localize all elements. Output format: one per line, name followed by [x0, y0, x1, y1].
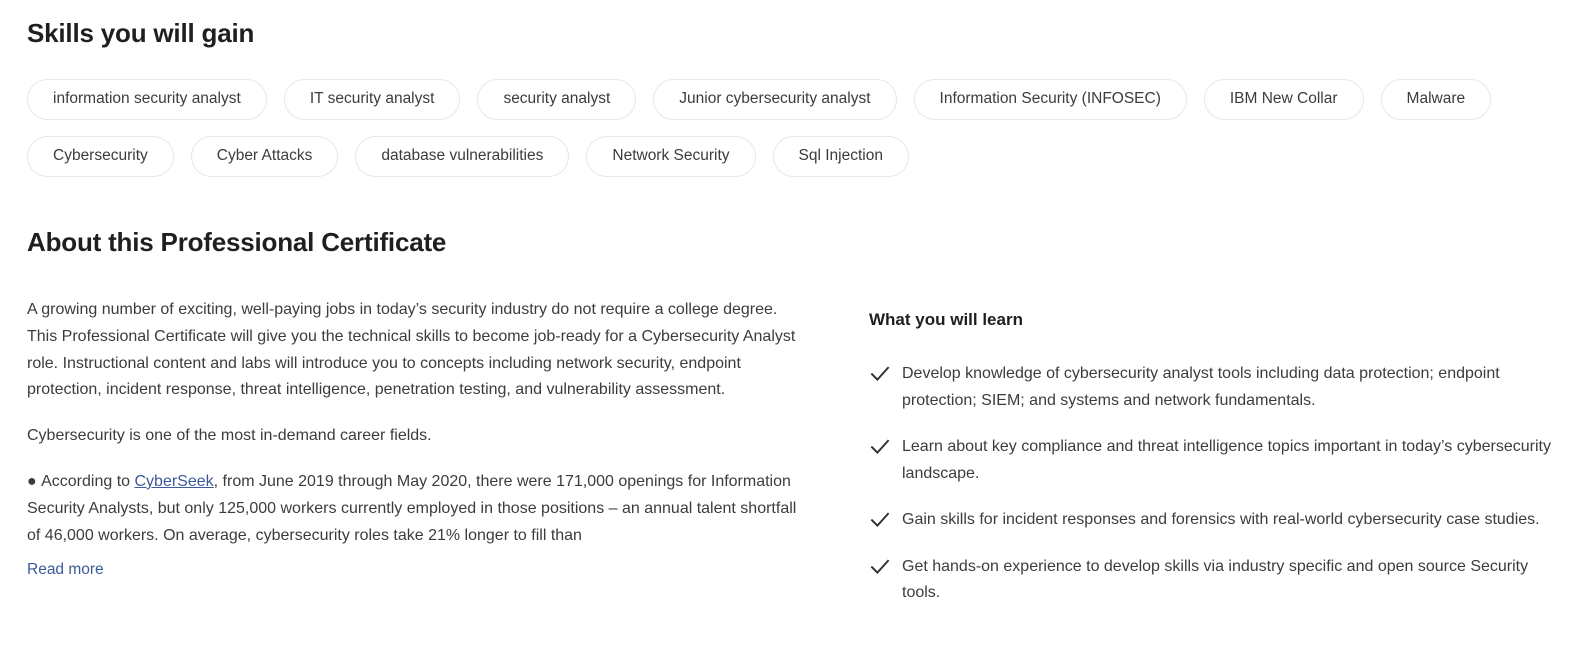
learn-item-text: Get hands-on experience to develop skill… [902, 557, 1529, 602]
about-paragraph-2: Cybersecurity is one of the most in-dema… [27, 427, 432, 445]
about-description-column: A growing number of exciting, well-payin… [27, 297, 807, 607]
skill-tag[interactable]: security analyst [477, 79, 637, 120]
course-detail-page: Skills you will gain information securit… [0, 0, 1582, 649]
about-bullet-paragraph: ● According to CyberSeek, from June 2019… [27, 469, 799, 549]
about-heading: About this Professional Certificate [27, 227, 447, 257]
about-paragraph-1: A growing number of exciting, well-payin… [27, 301, 796, 399]
skill-tag[interactable]: database vulnerabilities [355, 136, 570, 177]
list-item: Learn about key compliance and threat in… [869, 434, 1555, 487]
skill-tag[interactable]: IBM New Collar [1203, 79, 1364, 120]
list-item: Get hands-on experience to develop skill… [869, 554, 1555, 607]
skill-tag[interactable]: Cyber Attacks [190, 136, 339, 177]
bullet-marker-icon: ● [27, 472, 42, 490]
skill-tag[interactable]: Network Security [586, 136, 756, 177]
learn-list: Develop knowledge of cybersecurity analy… [869, 361, 1555, 607]
skill-tag[interactable]: Junior cybersecurity analyst [653, 79, 897, 120]
description-clip: A growing number of exciting, well-payin… [27, 297, 807, 552]
skills-section: Skills you will gain information securit… [27, 0, 1555, 177]
learn-item-text: Learn about key compliance and threat in… [902, 438, 1551, 482]
what-you-will-learn-column: What you will learn Develop knowledge of… [807, 297, 1555, 607]
check-icon [869, 507, 891, 533]
skill-tag-list: information security analyst IT security… [27, 79, 1555, 177]
read-more-link[interactable]: Read more [27, 560, 104, 580]
learn-item-text: Develop knowledge of cybersecurity analy… [902, 365, 1500, 409]
list-item: Develop knowledge of cybersecurity analy… [869, 361, 1555, 414]
skill-tag[interactable]: Information Security (INFOSEC) [913, 79, 1187, 120]
about-columns: A growing number of exciting, well-payin… [27, 297, 1555, 607]
about-section: About this Professional Certificate A gr… [27, 225, 1555, 607]
list-item: Gain skills for incident responses and f… [869, 507, 1555, 534]
skill-tag[interactable]: information security analyst [27, 79, 267, 120]
skill-tag[interactable]: Sql Injection [772, 136, 909, 177]
learn-heading: What you will learn [869, 310, 1023, 329]
skill-tag[interactable]: Malware [1380, 79, 1492, 120]
check-icon [869, 434, 891, 460]
skills-heading: Skills you will gain [27, 18, 255, 48]
skill-tag[interactable]: IT security analyst [283, 79, 461, 120]
check-icon [869, 554, 891, 580]
learn-item-text: Gain skills for incident responses and f… [902, 511, 1540, 528]
bullet-text-before-link: According to [41, 472, 135, 490]
check-icon [869, 361, 891, 387]
skill-tag[interactable]: Cybersecurity [27, 136, 174, 177]
cyberseek-link[interactable]: CyberSeek [135, 473, 214, 490]
